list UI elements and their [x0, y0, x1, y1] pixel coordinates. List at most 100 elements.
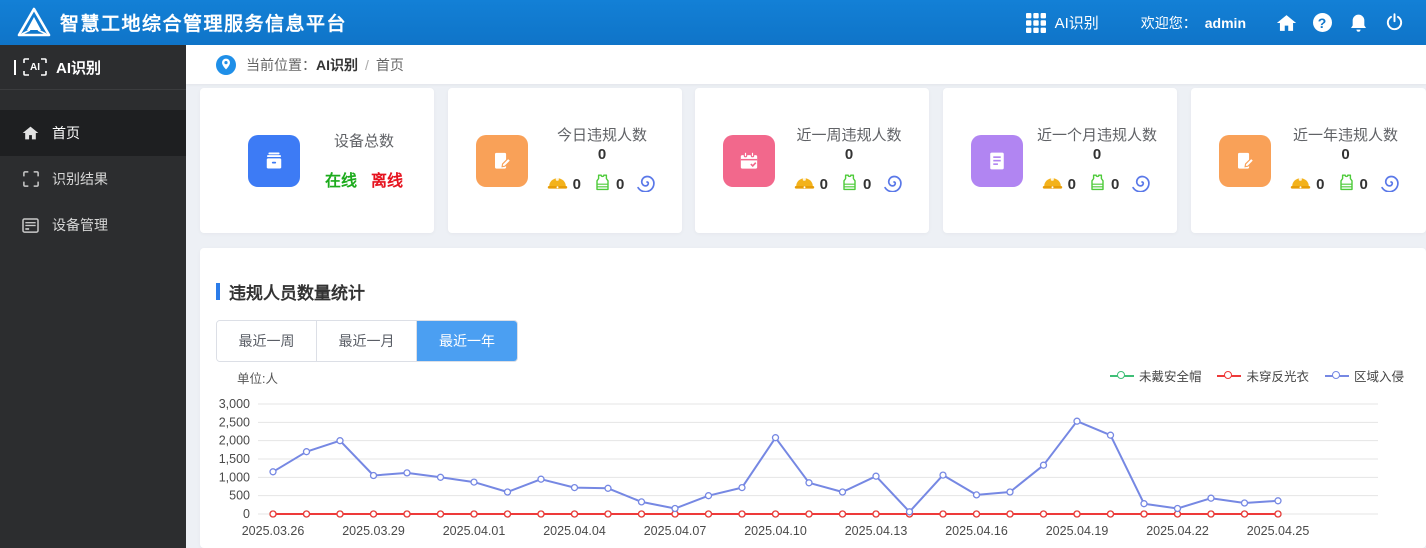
vest-count: 0: [863, 176, 872, 193]
card-title: 近一年违规人数: [1292, 127, 1398, 144]
stat-card-week-violations: 近一周违规人数 0 0 0: [695, 88, 929, 233]
svg-text:2025.04.04: 2025.04.04: [543, 524, 606, 538]
svg-text:1,500: 1,500: [219, 452, 250, 466]
intrusion-spiral-icon: [1132, 172, 1152, 197]
doc-list-icon: [971, 134, 1023, 187]
device-icon: [22, 217, 39, 234]
page-title: 智慧工地综合管理服务信息平台: [60, 14, 348, 35]
doc-edit-icon: [476, 134, 528, 187]
divider: [14, 59, 16, 75]
sidebar-menu: 首页 识别结果 设备管理: [0, 110, 186, 248]
sidebar-item-label: 首页: [52, 125, 80, 141]
home-icon[interactable]: [1275, 12, 1297, 34]
card-value: 0: [1341, 146, 1350, 163]
breadcrumb-root: AI识别: [316, 56, 358, 73]
intrusion-spiral-icon: [637, 172, 657, 197]
sidebar-item-device-management[interactable]: 设备管理: [0, 202, 186, 248]
chart-legend: 未戴安全帽 未穿反光衣 区域入侵: [1109, 366, 1404, 385]
bell-icon[interactable]: [1347, 12, 1369, 34]
offline-label[interactable]: 离线: [371, 173, 403, 190]
tab-last-year[interactable]: 最近一年: [417, 321, 517, 361]
breadcrumb: 当前位置： AI识别 / 首页: [186, 45, 1426, 84]
legend-marker-icon: [1109, 370, 1134, 379]
range-tabs: 最近一周 最近一月 最近一年: [216, 320, 518, 362]
vest-icon: [1338, 174, 1355, 196]
svg-text:0: 0: [243, 507, 250, 521]
violation-line-chart[interactable]: 0 500 1,000 1,500 2,000 2,500 3,000 2025.03.26 2…: [200, 388, 1426, 548]
svg-text:2025.03.29: 2025.03.29: [342, 524, 405, 538]
helmet-icon: [1042, 175, 1063, 195]
svg-text:2,500: 2,500: [219, 415, 250, 429]
sidebar-item-label: 设备管理: [52, 217, 108, 233]
legend-item-vest[interactable]: 未穿反光衣: [1217, 366, 1309, 385]
platform-logo-icon: [14, 5, 54, 41]
helmet-count: 0: [572, 176, 581, 193]
vest-icon: [594, 174, 611, 196]
home-icon: [22, 125, 39, 142]
username[interactable]: admin: [1205, 15, 1246, 31]
legend-item-helmet[interactable]: 未戴安全帽: [1109, 366, 1201, 385]
sidebar-title: AI识别: [56, 59, 102, 77]
svg-text:2025.03.26: 2025.03.26: [242, 524, 305, 538]
helmet-count: 0: [819, 176, 828, 193]
main-content: 当前位置： AI识别 / 首页 设备总数 在线 离线 今日违规人数 0 0 0 …: [186, 45, 1426, 548]
svg-text:2,000: 2,000: [219, 434, 250, 448]
app-switch-label: AI识别: [1054, 15, 1099, 32]
section-title: 违规人员数量统计: [229, 284, 365, 303]
card-title: 设备总数: [333, 133, 394, 150]
helmet-icon: [1290, 175, 1311, 195]
helmet-icon: [547, 175, 568, 195]
sidebar-item-home[interactable]: 首页: [0, 110, 186, 156]
location-pin-icon: [216, 54, 236, 75]
stat-card-month-violations: 近一个月违规人数 0 0 0: [943, 88, 1177, 233]
online-label[interactable]: 在线: [325, 173, 357, 190]
vest-count: 0: [1359, 176, 1368, 193]
legend-item-intrusion[interactable]: 区域入侵: [1324, 366, 1404, 385]
vest-count: 0: [1111, 176, 1120, 193]
calendar-icon: [723, 134, 775, 187]
svg-text:2025.04.16: 2025.04.16: [945, 524, 1008, 538]
card-title: 近一周违规人数: [796, 127, 902, 144]
legend-marker-icon: [1324, 370, 1349, 379]
help-icon[interactable]: ?: [1311, 12, 1333, 34]
svg-text:2025.04.19: 2025.04.19: [1046, 524, 1109, 538]
stat-card-year-violations: 近一年违规人数 0 0 0: [1191, 88, 1426, 233]
card-value: 0: [844, 146, 854, 163]
legend-marker-icon: [1217, 370, 1242, 379]
vest-icon: [1089, 174, 1106, 196]
breadcrumb-prefix: 当前位置：: [246, 56, 316, 73]
power-icon[interactable]: [1383, 12, 1405, 34]
tab-last-month[interactable]: 最近一月: [317, 321, 417, 361]
ai-scan-icon: AI: [23, 58, 47, 76]
card-value: 0: [597, 146, 607, 163]
sidebar-header: AI AI识别: [0, 45, 186, 90]
section-accent-bar: [216, 283, 220, 300]
card-title: 近一个月违规人数: [1036, 127, 1157, 144]
card-title: 今日违规人数: [556, 127, 647, 144]
svg-text:500: 500: [229, 489, 250, 503]
vest-count: 0: [616, 176, 625, 193]
card-value: 0: [1092, 146, 1102, 163]
svg-text:2025.04.13: 2025.04.13: [845, 524, 908, 538]
svg-text:2025.04.01: 2025.04.01: [443, 524, 506, 538]
sidebar: AI AI识别 首页 识别结果 设备管理: [0, 45, 186, 548]
app-switch-button[interactable]: AI识别: [1025, 12, 1099, 34]
top-header: 智慧工地综合管理服务信息平台 AI识别 欢迎您： admin ?: [0, 0, 1426, 45]
svg-text:2025.04.07: 2025.04.07: [644, 524, 707, 538]
stat-card-today-violations: 今日违规人数 0 0 0: [448, 88, 682, 233]
intrusion-spiral-icon: [884, 172, 904, 197]
sidebar-item-recognition-results[interactable]: 识别结果: [0, 156, 186, 202]
archive-box-icon: [248, 134, 300, 187]
tab-last-week[interactable]: 最近一周: [217, 321, 317, 361]
helmet-count: 0: [1316, 176, 1325, 193]
grid-apps-icon: [1025, 12, 1046, 33]
stat-card-device-total: 设备总数 在线 离线: [200, 88, 434, 233]
doc-edit-icon: [1219, 134, 1271, 187]
breadcrumb-separator: /: [365, 56, 369, 73]
sidebar-item-label: 识别结果: [52, 171, 108, 187]
welcome-label: 欢迎您：: [1140, 14, 1197, 31]
svg-text:2025.04.10: 2025.04.10: [744, 524, 807, 538]
svg-text:3,000: 3,000: [219, 397, 250, 411]
scan-frame-icon: [22, 171, 39, 188]
breadcrumb-current[interactable]: 首页: [376, 55, 404, 75]
